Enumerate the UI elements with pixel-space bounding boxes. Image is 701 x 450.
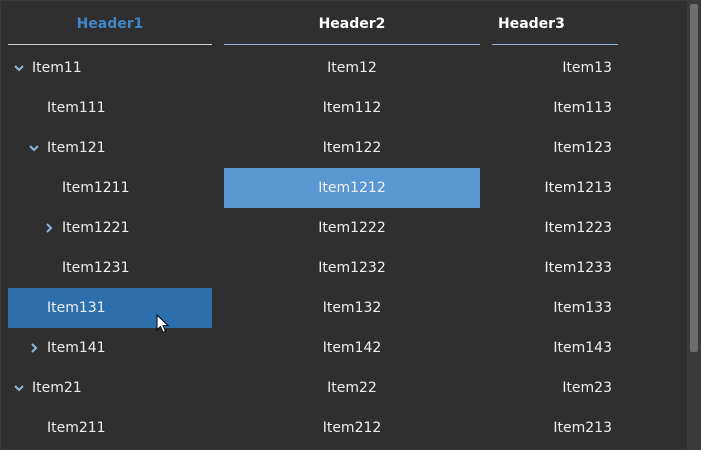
tree-item-label: Item211 [47,420,106,436]
tree-row[interactable]: Item1231 Item1232 Item1233 [1,248,687,288]
tree-row[interactable]: Item21 Item22 Item23 [1,368,687,408]
tree-item-label: Item121 [47,140,106,156]
tree-cell-col3[interactable]: Item213 [492,408,618,448]
tree-cell-col1[interactable]: Item1211 [8,168,212,208]
tree-item-label: Item1221 [62,220,130,236]
tree-cell-col3[interactable]: Item1213 [492,168,618,208]
column-header-1[interactable]: Header1 [8,1,212,45]
vertical-scrollbar[interactable] [687,1,700,449]
scrollbar-thumb[interactable] [690,4,698,352]
tree-cell-col1[interactable]: Item131 [8,288,212,328]
tree-row[interactable]: Item141 Item142 Item143 [1,328,687,368]
tree-item-label: Item1211 [62,180,130,196]
tree-cell-col1[interactable]: Item21 [8,368,212,408]
tree-cell-col2[interactable]: Item1212 [224,168,480,208]
tree-item-label: Item141 [47,340,106,356]
tree-cell-col1[interactable]: Item211 [8,408,212,448]
tree-cell-col1[interactable]: Item1231 [8,248,212,288]
tree-cell-col2[interactable]: Item12 [224,48,480,88]
tree-cell-col2[interactable]: Item1232 [224,248,480,288]
chevron-right-icon[interactable] [28,342,40,354]
tree-cell-col2[interactable]: Item1222 [224,208,480,248]
tree-cell-col1[interactable]: Item1221 [8,208,212,248]
tree-cell-col3[interactable]: Item113 [492,88,618,128]
tree-cell-col2[interactable]: Item132 [224,288,480,328]
tree-item-label: Item131 [47,300,106,316]
tree-cell-col3[interactable]: Item1223 [492,208,618,248]
tree-cell-col3[interactable]: Item143 [492,328,618,368]
tree-cell-col3[interactable]: Item13 [492,48,618,88]
tree-item-label: Item21 [32,380,82,396]
tree-cell-col2[interactable]: Item212 [224,408,480,448]
chevron-down-icon[interactable] [28,142,40,154]
column-header-2[interactable]: Header2 [224,1,480,45]
tree-cell-col2[interactable]: Item142 [224,328,480,368]
chevron-right-icon[interactable] [43,222,55,234]
tree-cell-col3[interactable]: Item123 [492,128,618,168]
tree-cell-col3[interactable]: Item23 [492,368,618,408]
column-header-3[interactable]: Header3 [492,1,618,45]
tree-cell-col3[interactable]: Item133 [492,288,618,328]
tree-cell-col3[interactable]: Item1233 [492,248,618,288]
tree-row[interactable]: Item1221 Item1222 Item1223 [1,208,687,248]
chevron-down-icon[interactable] [13,382,25,394]
tree-row[interactable]: Item211 Item212 Item213 [1,408,687,448]
tree-row[interactable]: Item11 Item12 Item13 [1,48,687,88]
tree-row[interactable]: Item1211 Item1212 Item1213 [1,168,687,208]
tree-cell-col2[interactable]: Item22 [224,368,480,408]
tree-cell-col1[interactable]: Item111 [8,88,212,128]
tree-row[interactable]: Item121 Item122 Item123 [1,128,687,168]
tree-item-label: Item1231 [62,260,130,276]
tree-cell-col1[interactable]: Item121 [8,128,212,168]
tree-cell-col2[interactable]: Item112 [224,88,480,128]
tree-view-window: Header1 Header2 Header3 Item11 Item12 Item… [0,0,701,450]
tree-cell-col1[interactable]: Item141 [8,328,212,368]
mouse-cursor-icon [156,313,170,334]
tree-cell-col2[interactable]: Item122 [224,128,480,168]
tree-item-label: Item111 [47,100,106,116]
tree-row[interactable]: Item131 Item132 Item133 [1,288,687,328]
tree-item-label: Item11 [32,60,82,76]
chevron-down-icon[interactable] [13,62,25,74]
tree-row[interactable]: Item111 Item112 Item113 [1,88,687,128]
tree-cell-col1[interactable]: Item11 [8,48,212,88]
